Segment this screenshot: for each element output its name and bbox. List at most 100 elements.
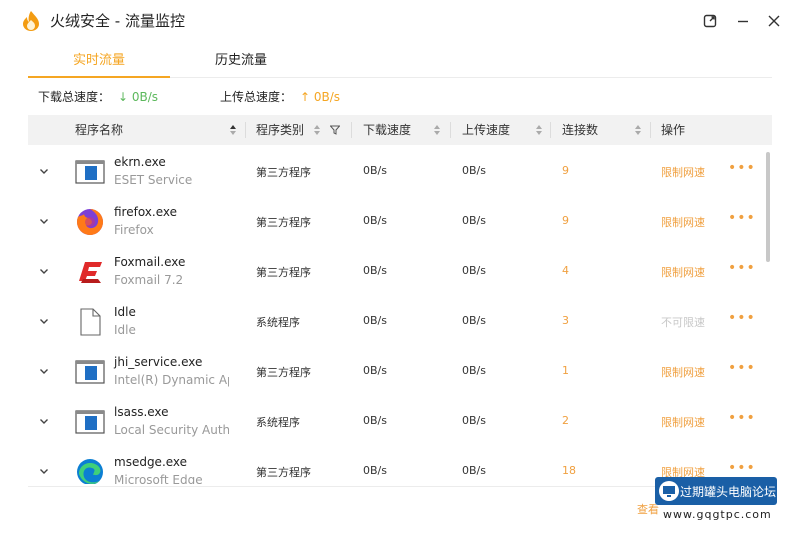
upload-speed: 0B/s <box>462 364 486 377</box>
upload-speed: 0B/s <box>462 464 486 477</box>
huorong-flame-icon <box>23 11 39 31</box>
program-description: Idle <box>114 323 136 337</box>
program-name: msedge.exe <box>114 455 188 469</box>
tab-history-traffic[interactable]: 历史流量 <box>170 48 312 78</box>
header-program-name[interactable]: 程序名称 <box>75 115 123 145</box>
program-name: Idle <box>114 305 136 319</box>
more-options-icon[interactable]: ••• <box>728 360 756 376</box>
program-name: ekrn.exe <box>114 155 166 169</box>
program-description: Intel(R) Dynamic Ap... <box>114 373 229 387</box>
window-app-icon <box>75 160 105 184</box>
header-upload-speed[interactable]: 上传速度 <box>462 115 510 145</box>
program-name: firefox.exe <box>114 205 178 219</box>
download-speed: 0B/s <box>363 264 387 277</box>
more-options-icon[interactable]: ••• <box>728 310 756 326</box>
connection-count[interactable]: 9 <box>562 214 569 227</box>
header-action: 操作 <box>661 123 686 137</box>
more-options-icon[interactable]: ••• <box>728 160 756 176</box>
program-description: Firefox <box>114 223 154 237</box>
connection-count[interactable]: 2 <box>562 414 569 427</box>
connection-count[interactable]: 4 <box>562 264 569 277</box>
download-total-value: ↓ 0B/s <box>118 90 159 104</box>
close-icon <box>768 15 780 27</box>
chevron-down-icon[interactable] <box>38 415 50 427</box>
watermark-badge: 过期罐头电脑论坛 <box>655 477 777 505</box>
table-row[interactable]: Idle Idle 系统程序 0B/s 0B/s 3 不可限速 ••• <box>28 297 758 347</box>
chevron-down-icon[interactable] <box>38 465 50 477</box>
pin-window-button[interactable] <box>699 10 721 32</box>
table-header: 程序名称 程序类别 下载速度 上传速度 连接数 操作 <box>28 115 772 145</box>
program-description: ESET Service <box>114 173 193 187</box>
process-table: ekrn.exe ESET Service 第三方程序 0B/s 0B/s 9 … <box>28 147 772 484</box>
filter-icon[interactable] <box>330 125 340 135</box>
table-row[interactable]: ekrn.exe ESET Service 第三方程序 0B/s 0B/s 9 … <box>28 147 758 197</box>
sort-icon[interactable] <box>634 123 642 137</box>
chevron-down-icon[interactable] <box>38 365 50 377</box>
table-row[interactable]: msedge.exe Microsoft Edge 第三方程序 0B/s 0B/… <box>28 447 758 484</box>
program-name: jhi_service.exe <box>114 355 203 369</box>
sort-icon[interactable] <box>535 123 543 137</box>
more-options-icon[interactable]: ••• <box>728 410 756 426</box>
window-app-icon <box>75 410 105 434</box>
table-row[interactable]: Foxmail.exe Foxmail 7.2 第三方程序 0B/s 0B/s … <box>28 247 758 297</box>
program-description: Foxmail 7.2 <box>114 273 184 287</box>
chevron-down-icon[interactable] <box>38 265 50 277</box>
title-bar: 火绒安全 - 流量监控 <box>0 0 800 42</box>
upload-speed: 0B/s <box>462 314 486 327</box>
minimize-button[interactable] <box>732 10 754 32</box>
window-app-icon <box>75 360 105 384</box>
table-row[interactable]: lsass.exe Local Security Auth... 系统程序 0B… <box>28 397 758 447</box>
limit-speed-link[interactable]: 限制网速 <box>661 214 705 230</box>
more-options-icon[interactable]: ••• <box>728 260 756 276</box>
blank-file-icon <box>80 308 101 336</box>
minimize-icon <box>738 20 748 23</box>
limit-speed-link[interactable]: 限制网速 <box>661 264 705 280</box>
download-speed: 0B/s <box>363 164 387 177</box>
program-type: 系统程序 <box>256 416 300 429</box>
column-divider <box>351 122 352 138</box>
sort-icon[interactable] <box>433 123 441 137</box>
download-speed: 0B/s <box>363 464 387 477</box>
more-options-icon[interactable]: ••• <box>728 460 756 476</box>
edge-icon <box>77 459 103 484</box>
sort-icon[interactable] <box>313 123 321 137</box>
tab-bar: 实时流量 历史流量 <box>28 48 772 78</box>
connection-count[interactable]: 1 <box>562 364 569 377</box>
table-row[interactable]: firefox.exe Firefox 第三方程序 0B/s 0B/s 9 限制… <box>28 197 758 247</box>
column-divider <box>550 122 551 138</box>
header-program-type[interactable]: 程序类别 <box>256 115 304 145</box>
download-total-label: 下载总速度： <box>38 90 111 104</box>
chevron-down-icon[interactable] <box>38 165 50 177</box>
program-description: Local Security Auth... <box>114 423 229 437</box>
download-speed: 0B/s <box>363 364 387 377</box>
header-connections[interactable]: 连接数 <box>562 115 598 145</box>
connection-count[interactable]: 9 <box>562 164 569 177</box>
upload-total-label: 上传总速度： <box>220 90 293 104</box>
limit-speed-link[interactable]: 限制网速 <box>661 164 705 180</box>
window-title: 火绒安全 - 流量监控 <box>50 12 185 30</box>
upload-speed: 0B/s <box>462 414 486 427</box>
connection-count[interactable]: 3 <box>562 314 569 327</box>
chevron-down-icon[interactable] <box>38 215 50 227</box>
sort-icon[interactable] <box>229 123 237 137</box>
scrollbar-thumb[interactable] <box>766 152 770 262</box>
limit-speed-disabled: 不可限速 <box>661 316 705 329</box>
more-options-icon[interactable]: ••• <box>728 210 756 226</box>
limit-speed-link[interactable]: 限制网速 <box>661 364 705 380</box>
close-button[interactable] <box>763 10 785 32</box>
connection-count[interactable]: 18 <box>562 464 576 477</box>
firefox-icon <box>77 209 103 235</box>
watermark-title: 过期罐头电脑论坛 <box>680 485 777 499</box>
tab-realtime-traffic[interactable]: 实时流量 <box>28 48 170 78</box>
program-type: 第三方程序 <box>256 266 311 279</box>
program-type: 系统程序 <box>256 316 300 329</box>
pc-monitor-logo-icon <box>659 481 679 501</box>
upload-total-value: ↑ 0B/s <box>300 90 341 104</box>
header-download-speed[interactable]: 下载速度 <box>363 115 411 145</box>
chevron-down-icon[interactable] <box>38 315 50 327</box>
download-speed: 0B/s <box>363 414 387 427</box>
download-speed: 0B/s <box>363 314 387 327</box>
table-row[interactable]: jhi_service.exe Intel(R) Dynamic Ap... 第… <box>28 347 758 397</box>
column-divider <box>450 122 451 138</box>
limit-speed-link[interactable]: 限制网速 <box>661 414 705 430</box>
